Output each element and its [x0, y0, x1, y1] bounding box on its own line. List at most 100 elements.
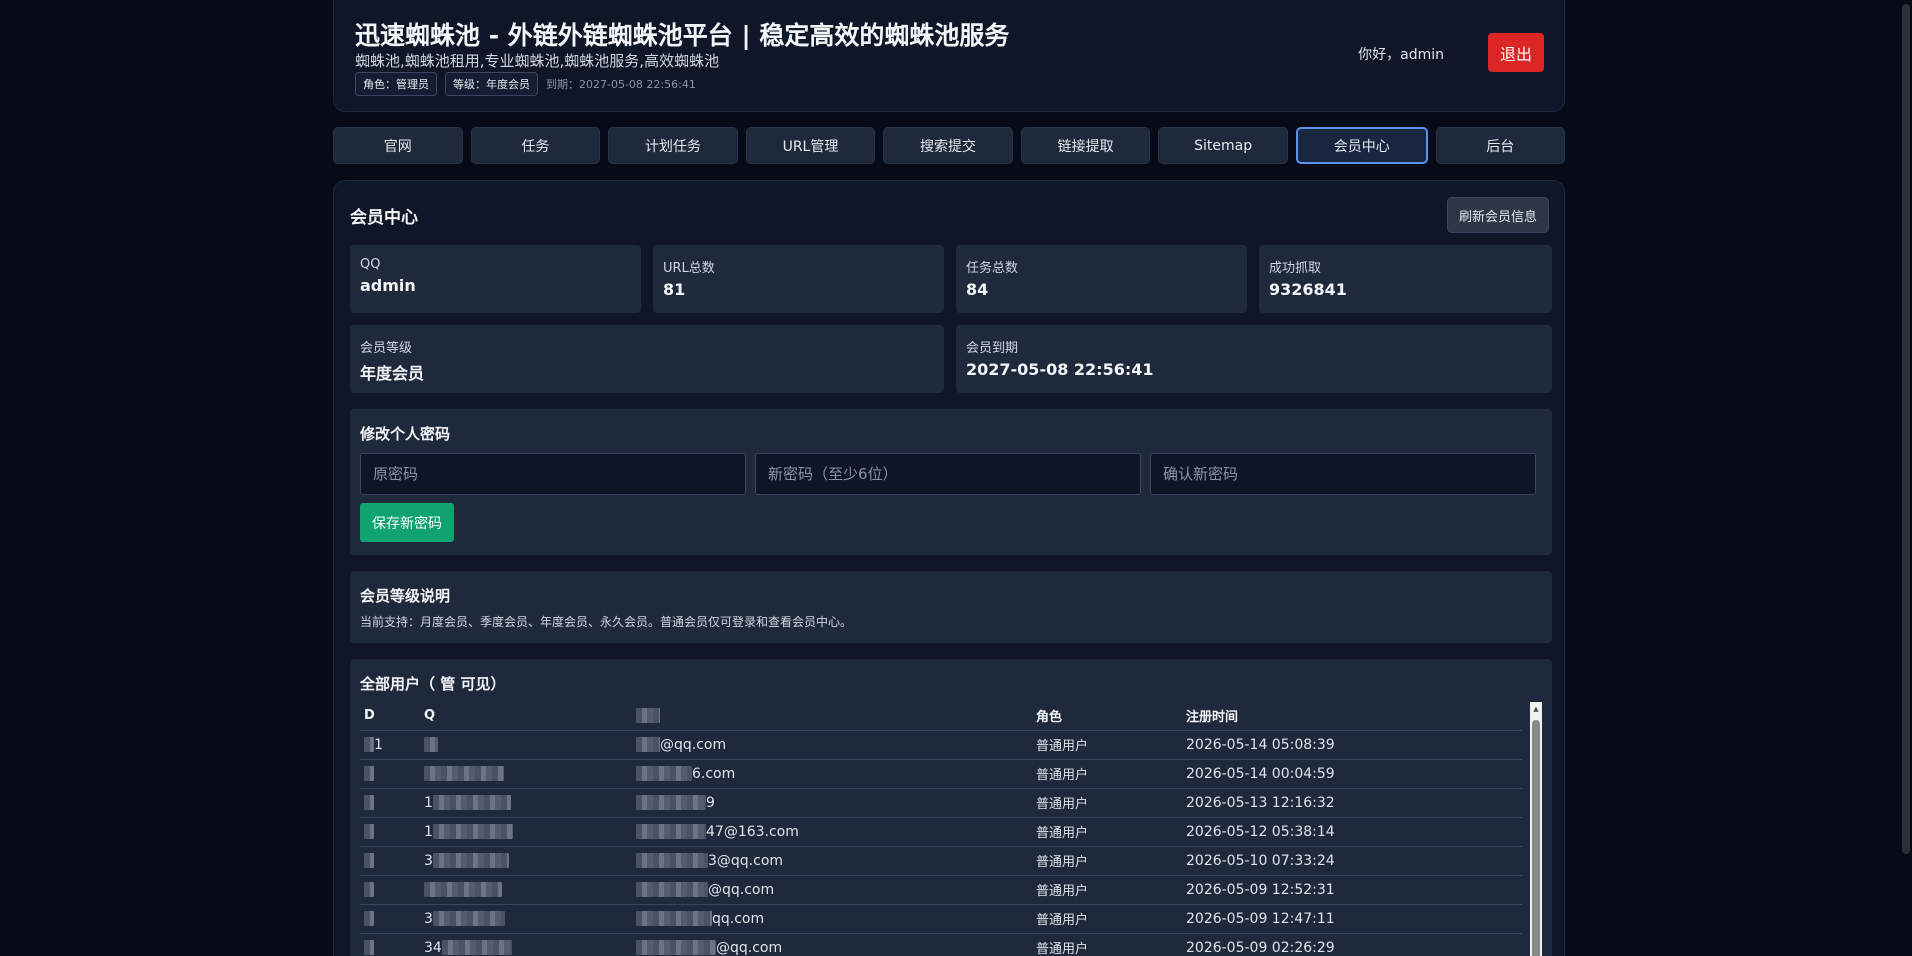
save-password-button[interactable]: 保存新密码 [360, 503, 454, 542]
stat-card-url-total: URL总数 81 [653, 245, 944, 313]
cell-role: 普通用户 [1032, 846, 1182, 876]
redacted-block [636, 766, 692, 781]
cell-qq: 34 [420, 933, 632, 956]
cell-id [360, 875, 420, 905]
cell-register-time: 2026-05-10 07:33:24 [1182, 846, 1522, 876]
redacted-block [364, 911, 374, 926]
old-password-input[interactable] [360, 453, 746, 495]
stat-value: 年度会员 [360, 364, 425, 383]
stat-label: 成功抓取 [1269, 261, 1322, 276]
cell-qq-text: 1 [424, 823, 433, 840]
cell-email-text: 6.com [692, 765, 736, 782]
users-table-container[interactable]: D Q 角色 注册时间 1 @qq.com 普通用户 2026-05-14 05:08… [360, 702, 1542, 956]
table-header-row: D Q 角色 注册时间 [360, 702, 1522, 731]
redacted-block [636, 882, 708, 897]
tab-search-submit[interactable]: 搜索提交 [883, 127, 1013, 164]
cell-qq-text: 1 [424, 794, 433, 811]
stat-label: 任务总数 [966, 261, 1019, 276]
redacted-block [432, 824, 513, 839]
redacted-block [636, 708, 660, 724]
cell-register-time: 2026-05-14 05:08:39 [1182, 730, 1522, 760]
cell-email: qq.com [632, 904, 1032, 934]
redacted-block [636, 853, 708, 868]
cell-qq [420, 730, 632, 760]
cell-id [360, 933, 420, 956]
redacted-block [432, 795, 511, 810]
scroll-up-arrow-icon[interactable]: ▲ [1530, 702, 1542, 716]
redacted-block [364, 795, 374, 810]
tab-scheduled-tasks[interactable]: 计划任务 [608, 127, 738, 164]
users-table: D Q 角色 注册时间 1 @qq.com 普通用户 2026-05-14 05:08… [360, 702, 1522, 956]
cell-email: 47@163.com [632, 817, 1032, 847]
cell-email: @qq.com [632, 933, 1032, 956]
table-row[interactable]: 34 @qq.com 普通用户 2026-05-09 02:26:29 [360, 933, 1522, 956]
redacted-block [364, 940, 374, 955]
column-header-role: 角色 [1032, 702, 1182, 731]
cell-qq: 1 [420, 788, 632, 818]
redacted-block [424, 766, 504, 781]
redacted-block [364, 766, 374, 781]
section-title: 全部用户（ 管 可见） [360, 675, 506, 693]
tab-url-management[interactable]: URL管理 [745, 127, 876, 164]
tab-website[interactable]: 官网 [333, 127, 463, 164]
refresh-member-button[interactable]: 刷新会员信息 [1446, 197, 1549, 233]
column-header-id: D [360, 702, 420, 731]
new-password-input[interactable] [755, 453, 1141, 495]
expire-text: 到期：2027-05-08 22:56:41 [546, 78, 696, 91]
page-scrollbar-thumb[interactable] [1902, 4, 1910, 854]
cell-id: 1 [360, 730, 420, 760]
table-scrollbar[interactable]: ▲ [1530, 702, 1542, 956]
logout-button[interactable]: 退出 [1488, 33, 1544, 72]
level-description: 当前支持：月度会员、季度会员、年度会员、永久会员。普通会员仅可登录和查看会员中心… [360, 615, 853, 629]
cell-id [360, 904, 420, 934]
cell-register-time: 2026-05-14 00:04:59 [1182, 759, 1522, 789]
cell-email: 6.com [632, 759, 1032, 789]
tab-sitemap[interactable]: Sitemap [1158, 127, 1288, 164]
cell-email-text: @qq.com [716, 939, 783, 956]
page-scrollbar[interactable] [1900, 0, 1912, 956]
level-badge: 等级：年度会员 [445, 72, 538, 96]
cell-register-time: 2026-05-09 02:26:29 [1182, 933, 1522, 956]
table-row[interactable]: 6.com 普通用户 2026-05-14 00:04:59 [360, 759, 1522, 789]
tab-tasks[interactable]: 任务 [470, 127, 601, 164]
cell-role: 普通用户 [1032, 759, 1182, 789]
change-password-section: 修改个人密码 保存新密码 [350, 409, 1552, 555]
column-header-email [632, 702, 1032, 731]
table-row[interactable]: 1 9 普通用户 2026-05-13 12:16:32 [360, 788, 1522, 818]
cell-id-text: 1 [374, 736, 383, 753]
app-container: 迅速蜘蛛池 - 外链外链蜘蛛池平台 | 稳定高效的蜘蛛池服务 蜘蛛池,蜘蛛池租用… [333, 0, 1566, 956]
table-row[interactable]: 3 qq.com 普通用户 2026-05-09 12:47:11 [360, 904, 1522, 934]
stat-card-member-level: 会员等级 年度会员 [350, 325, 944, 393]
redacted-block [364, 882, 374, 897]
cell-email-text: qq.com [712, 910, 765, 927]
site-header: 迅速蜘蛛池 - 外链外链蜘蛛池平台 | 稳定高效的蜘蛛池服务 蜘蛛池,蜘蛛池租用… [333, 0, 1565, 112]
table-row[interactable]: @qq.com 普通用户 2026-05-09 12:52:31 [360, 875, 1522, 905]
cell-email: 3@qq.com [632, 846, 1032, 876]
redacted-block [424, 737, 438, 752]
cell-qq [420, 759, 632, 789]
site-title: 迅速蜘蛛池 - 外链外链蜘蛛池平台 | 稳定高效的蜘蛛池服务 [355, 21, 1010, 50]
table-row[interactable]: 3 3@qq.com 普通用户 2026-05-10 07:33:24 [360, 846, 1522, 876]
cell-role: 普通用户 [1032, 730, 1182, 760]
scrollbar-thumb[interactable] [1532, 720, 1540, 956]
tab-member-center[interactable]: 会员中心 [1295, 127, 1428, 164]
tab-link-extract[interactable]: 链接提取 [1020, 127, 1151, 164]
member-center-panel: 会员中心 刷新会员信息 QQ admin URL总数 81 任务总数 84 成功… [333, 180, 1565, 956]
stat-label: 会员等级 [360, 341, 413, 356]
section-title: 会员等级说明 [360, 587, 451, 605]
table-row[interactable]: 1 @qq.com 普通用户 2026-05-14 05:08:39 [360, 730, 1522, 760]
redacted-block [636, 824, 706, 839]
redacted-block [364, 853, 374, 868]
cell-qq: 1 [420, 817, 632, 847]
redacted-block [432, 853, 509, 868]
cell-email-text: 3@qq.com [708, 852, 784, 869]
stat-value: 81 [663, 280, 686, 299]
confirm-password-input[interactable] [1150, 453, 1536, 495]
member-level-info-section: 会员等级说明 当前支持：月度会员、季度会员、年度会员、永久会员。普通会员仅可登录… [350, 571, 1552, 643]
site-subtitle: 蜘蛛池,蜘蛛池租用,专业蜘蛛池,蜘蛛池服务,高效蜘蛛池 [355, 52, 720, 70]
table-row[interactable]: 1 47@163.com 普通用户 2026-05-12 05:38:14 [360, 817, 1522, 847]
cell-email: 9 [632, 788, 1032, 818]
tab-admin[interactable]: 后台 [1435, 127, 1566, 164]
cell-qq-text: 3 [424, 910, 433, 927]
column-header-qq: Q [420, 702, 632, 731]
